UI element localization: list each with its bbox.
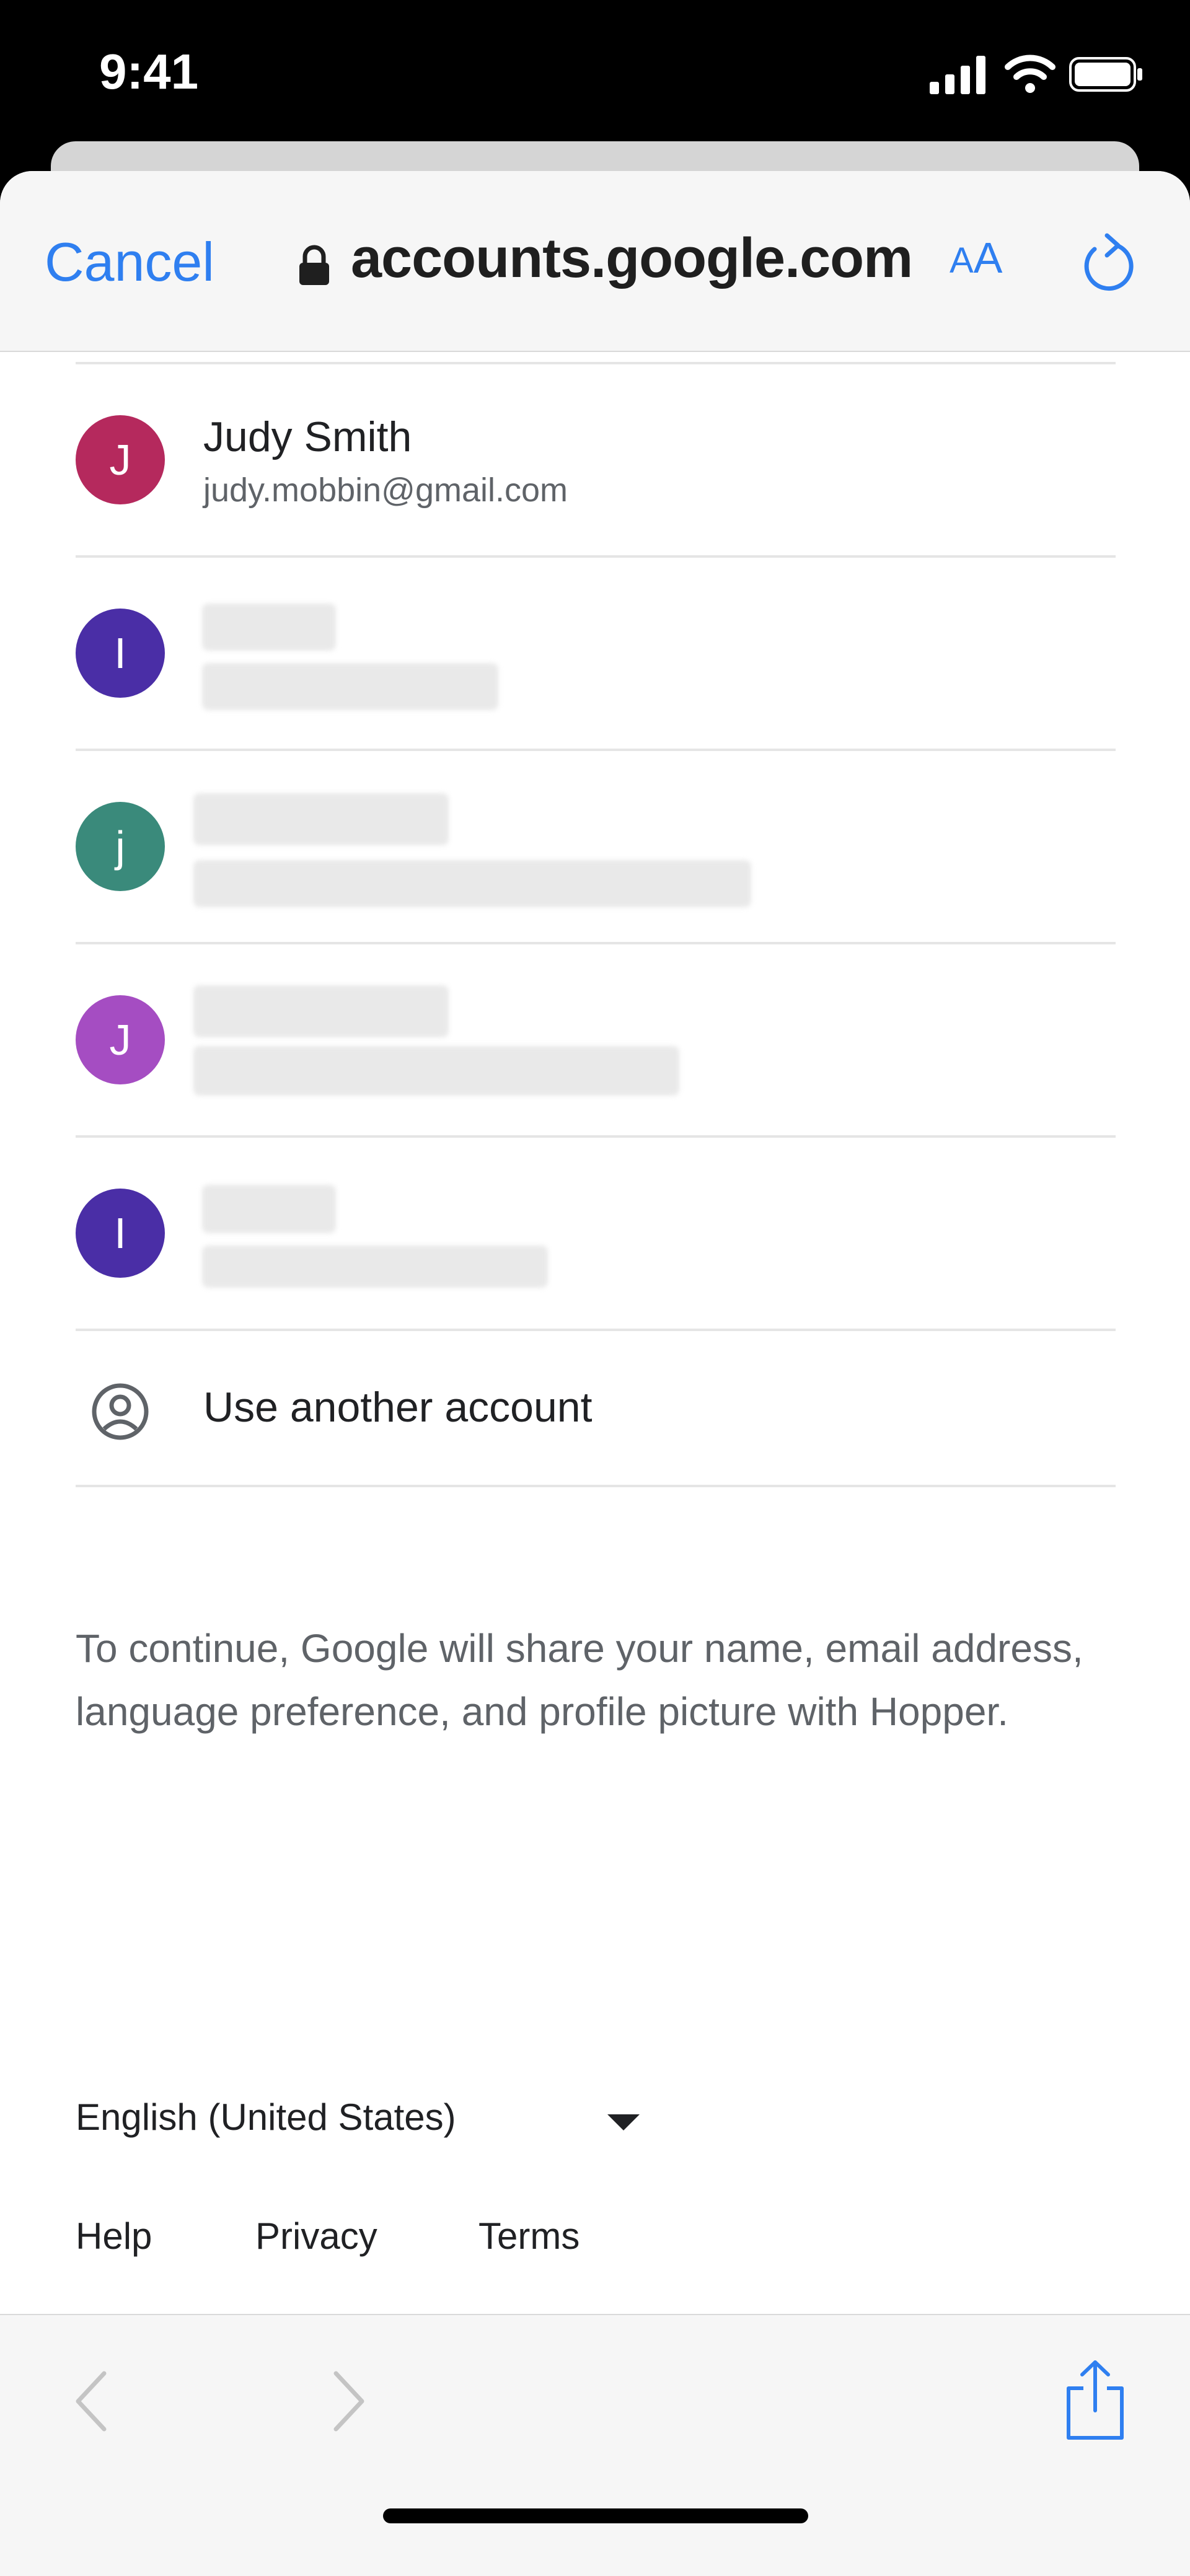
account-name: Judy Smith (203, 413, 412, 460)
browser-toolbar (0, 2314, 1190, 2576)
wifi-icon (1005, 55, 1056, 93)
account-row[interactable]: j (0, 751, 1190, 942)
browser-header: Cancel accounts.google.com AA (0, 171, 1190, 352)
browser-sheet: Cancel accounts.google.com AA J Judy Smi… (0, 171, 1190, 2576)
account-row-judy-smith[interactable]: J Judy Smith judy.mobbin@gmail.com (0, 364, 1190, 555)
language-selected-label: English (United States) (76, 2096, 456, 2138)
list-divider (76, 1329, 1116, 1331)
text-size-button[interactable]: AA (950, 233, 1002, 283)
text-size-large-label: A (973, 234, 1003, 282)
avatar: J (76, 995, 165, 1084)
lock-icon (299, 245, 329, 285)
redacted-name (193, 985, 449, 1037)
home-indicator (383, 2508, 808, 2523)
avatar: I (76, 609, 165, 698)
privacy-link[interactable]: Privacy (255, 2215, 377, 2257)
share-icon[interactable] (1062, 2358, 1128, 2442)
redacted-email (202, 663, 498, 710)
terms-link[interactable]: Terms (478, 2215, 580, 2257)
redacted-email (193, 1046, 679, 1096)
avatar: I (76, 1189, 165, 1278)
battery-icon (1069, 57, 1142, 92)
language-selector[interactable]: English (United States) (76, 2096, 646, 2158)
cellular-signal-icon (930, 55, 987, 94)
back-chevron-icon[interactable] (69, 2367, 113, 2435)
account-circle-icon (92, 1383, 149, 1440)
consent-text: To continue, Google will share your name… (76, 1626, 1083, 1734)
avatar: J (76, 415, 165, 504)
help-link[interactable]: Help (76, 2215, 152, 2257)
list-divider (76, 1485, 1116, 1487)
status-time: 9:41 (99, 44, 199, 99)
forward-chevron-icon[interactable] (327, 2367, 371, 2435)
redacted-email (193, 860, 751, 907)
reload-icon[interactable] (1073, 231, 1140, 297)
cancel-button[interactable]: Cancel (45, 231, 214, 294)
dropdown-caret-icon (607, 2114, 640, 2130)
use-another-account-label: Use another account (203, 1384, 593, 1431)
redacted-name (193, 793, 449, 845)
avatar: j (76, 802, 165, 891)
account-row[interactable]: J (0, 944, 1190, 1135)
redacted-name (202, 604, 336, 651)
account-email: judy.mobbin@gmail.com (203, 472, 568, 509)
text-size-small-label: A (950, 240, 974, 281)
url-address[interactable]: accounts.google.com (351, 227, 913, 291)
account-row[interactable]: I (0, 1138, 1190, 1329)
use-another-account-button[interactable]: Use another account (0, 1332, 1190, 1487)
redacted-email (202, 1246, 548, 1288)
account-row[interactable]: I (0, 558, 1190, 749)
redacted-name (202, 1185, 336, 1233)
